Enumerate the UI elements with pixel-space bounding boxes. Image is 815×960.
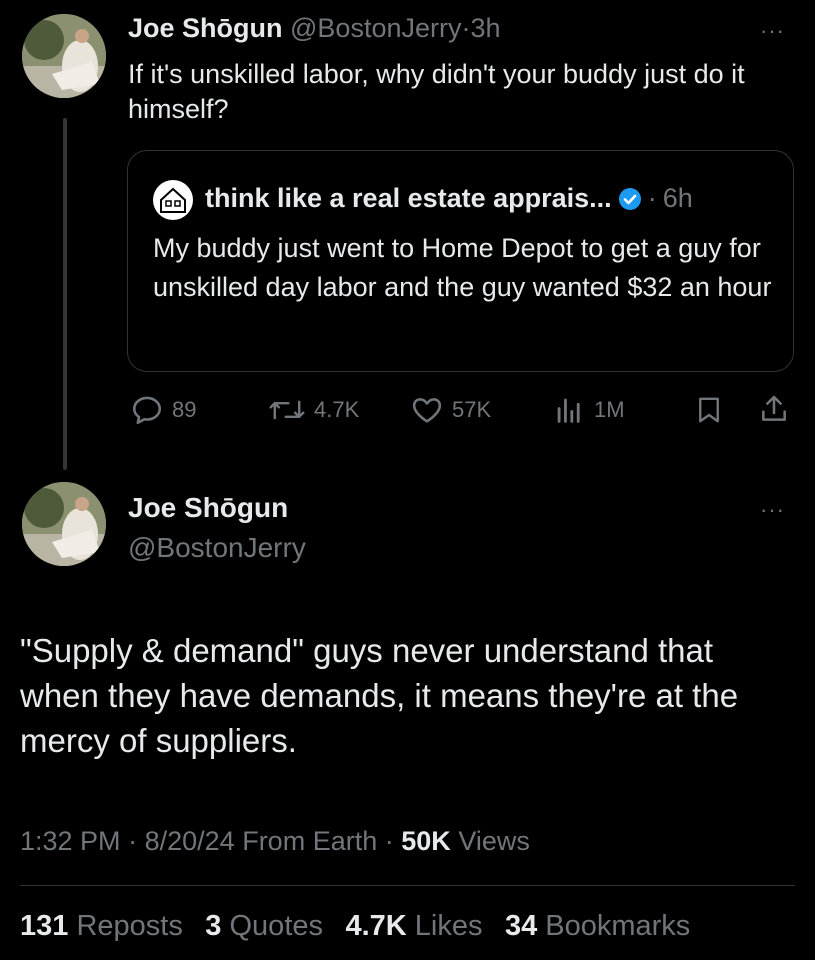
heart-icon <box>412 398 442 423</box>
analytics-icon <box>557 398 580 423</box>
bookmarks-stat[interactable]: 34 Bookmarks <box>505 910 690 942</box>
main-tweet-text: "Supply & demand" guys never understand … <box>20 632 739 759</box>
quoted-separator: · <box>647 183 657 213</box>
reply-tweet-header: Joe Shōgun @BostonJerry·3h <box>128 13 501 44</box>
quoted-timestamp[interactable]: 6h <box>663 183 693 214</box>
reply-tweet-text: If it's unskilled labor, why didn't your… <box>128 59 745 124</box>
timestamp[interactable]: 3h <box>470 13 500 43</box>
engagement-stats: 131 Reposts 3 Quotes 4.7K Likes 34 Bookm… <box>20 910 708 943</box>
quoted-avatar <box>153 180 193 220</box>
quoted-display-name[interactable]: think like a real estate apprais... <box>205 183 612 214</box>
quoted-tweet-text: My buddy just went to Home Depot to get … <box>153 233 772 302</box>
handle[interactable]: @BostonJerry <box>128 532 306 564</box>
quotes-label: Quotes <box>229 910 324 942</box>
reply-count: 89 <box>172 397 197 422</box>
reply-button[interactable]: 89 <box>130 393 196 427</box>
likes-label: Likes <box>414 910 483 942</box>
like-count: 57K <box>452 397 492 422</box>
meta-separator: · <box>128 826 138 856</box>
repost-count: 4.7K <box>314 397 360 422</box>
tweet-time[interactable]: 1:32 PM <box>20 826 121 856</box>
meta-separator: · <box>384 826 394 856</box>
bookmark-icon <box>699 397 719 423</box>
divider <box>20 885 795 886</box>
quotes-count: 3 <box>205 910 222 942</box>
more-options-icon[interactable]: ··· <box>760 497 785 523</box>
more-options-icon[interactable]: ··· <box>760 18 785 44</box>
handle[interactable]: @BostonJerry <box>290 13 461 43</box>
likes-count: 4.7K <box>345 910 407 942</box>
display-name[interactable]: Joe Shōgun <box>128 492 288 524</box>
house-icon <box>160 187 186 213</box>
views-total: 50K <box>401 826 451 856</box>
thread-line <box>63 118 67 470</box>
share-icon <box>762 395 786 421</box>
repost-icon <box>269 400 305 420</box>
bookmark-button[interactable] <box>694 394 724 431</box>
avatar-photo-icon <box>22 482 106 566</box>
tweet-metadata: 1:32 PM · 8/20/24 From Earth · 50K Views <box>20 826 530 857</box>
reposts-stat[interactable]: 131 Reposts <box>20 910 183 942</box>
tweet-date[interactable]: 8/20/24 <box>145 826 235 856</box>
avatar[interactable] <box>22 14 106 98</box>
bookmarks-count: 34 <box>504 910 538 942</box>
quotes-stat[interactable]: 3 Quotes <box>205 910 323 942</box>
verified-badge-icon <box>618 187 641 210</box>
reply-icon <box>132 396 162 425</box>
avatar-photo-icon <box>22 14 106 98</box>
quoted-tweet-header: think like a real estate apprais... · 6h <box>205 183 693 214</box>
share-button[interactable] <box>758 392 790 431</box>
tweet-source: From Earth <box>242 826 378 856</box>
views-count: 1M <box>594 397 625 422</box>
like-button[interactable]: 57K <box>410 393 491 427</box>
likes-stat[interactable]: 4.7K Likes <box>345 910 482 942</box>
views-button[interactable]: 1M <box>552 393 625 427</box>
reposts-label: Reposts <box>76 910 183 942</box>
views-label: Views <box>458 826 530 856</box>
avatar[interactable] <box>22 482 106 566</box>
bookmarks-label: Bookmarks <box>545 910 691 942</box>
repost-button[interactable]: 4.7K <box>268 393 359 427</box>
reposts-count: 131 <box>20 910 69 942</box>
display-name[interactable]: Joe Shōgun <box>128 13 283 43</box>
